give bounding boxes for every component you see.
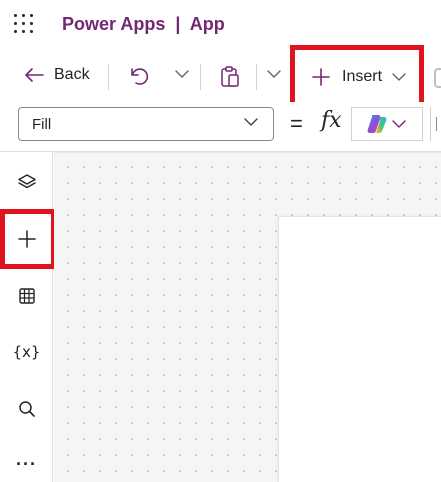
add-highlight-box — [0, 209, 56, 269]
property-dropdown[interactable]: Fill — [18, 107, 274, 141]
variables-rail-button[interactable]: {x} — [0, 324, 53, 380]
data-rail-button[interactable] — [0, 268, 53, 324]
fx-icon: fx — [321, 108, 342, 133]
variables-icon: {x} — [12, 343, 41, 361]
formula-bar: Fill = fx — [0, 102, 441, 150]
search-icon — [18, 401, 35, 417]
paste-dropdown-button[interactable] — [266, 69, 282, 79]
app-title: Power Apps | App — [62, 14, 225, 34]
undo-dropdown-button[interactable] — [174, 69, 190, 79]
chevron-down-icon — [244, 118, 258, 126]
paste-icon — [221, 66, 239, 87]
equals-sign: = — [290, 111, 303, 136]
chevron-down-icon — [175, 70, 189, 78]
insert-highlight-box — [290, 45, 424, 110]
back-label: Back — [54, 66, 90, 83]
undo-icon — [131, 68, 149, 85]
data-table-icon — [18, 288, 35, 304]
app-screen[interactable] — [278, 216, 441, 482]
paste-button[interactable] — [220, 66, 240, 88]
back-button[interactable]: Back — [24, 66, 90, 84]
search-rail-button[interactable] — [0, 381, 53, 437]
copilot-icon — [367, 115, 387, 133]
toolbar-separator — [108, 64, 109, 90]
chevron-down-icon — [267, 70, 281, 78]
chevron-down-icon — [392, 119, 406, 128]
formula-input[interactable] — [430, 107, 441, 141]
layers-icon — [17, 174, 36, 189]
more-rail-button[interactable]: ··· — [0, 436, 53, 482]
left-rail: {x} ··· — [0, 152, 53, 482]
copilot-button[interactable] — [351, 107, 423, 141]
partial-toolbar-button[interactable] — [434, 68, 441, 88]
app-launcher-icon[interactable] — [14, 14, 34, 34]
more-icon: ··· — [16, 453, 37, 474]
tree-view-button[interactable] — [0, 154, 53, 210]
property-value: Fill — [32, 115, 52, 133]
undo-button[interactable] — [128, 66, 150, 86]
toolbar-separator — [256, 64, 257, 90]
toolbar-separator — [200, 64, 201, 90]
back-arrow-icon — [25, 68, 44, 82]
